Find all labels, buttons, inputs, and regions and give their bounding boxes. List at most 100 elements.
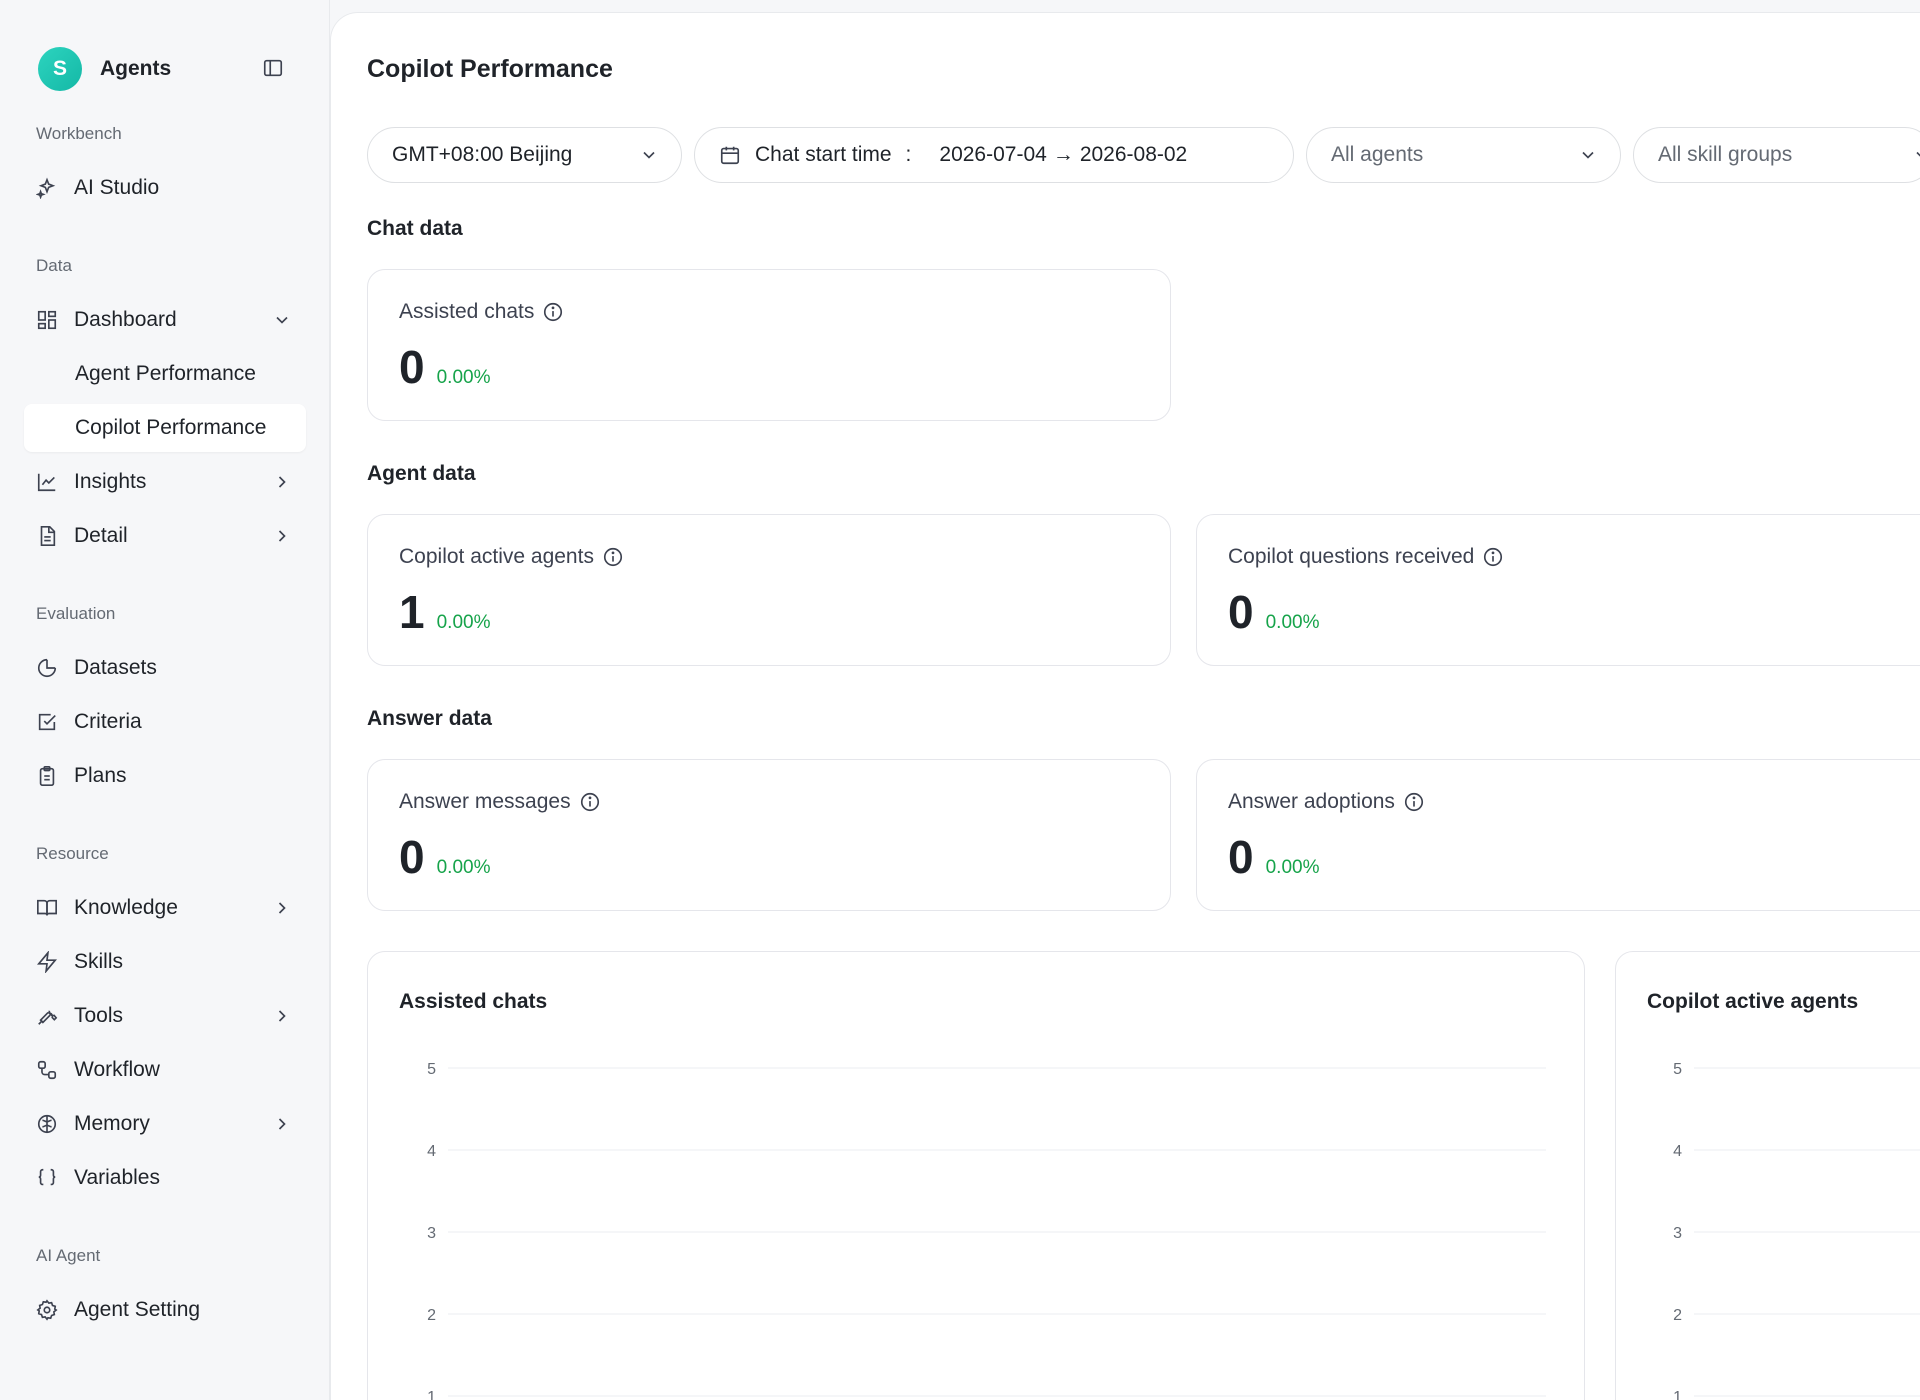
date-arrow: →: [1052, 143, 1074, 166]
chevron-right-icon: [278, 1010, 286, 1022]
stat-label-text: Answer messages: [399, 790, 571, 813]
sidebar-item-dashboard[interactable]: Dashboard: [24, 296, 306, 344]
info-icon[interactable]: [602, 546, 624, 568]
y-tick-label: 2: [1673, 1307, 1682, 1324]
line-chart-icon: [36, 471, 58, 493]
chevron-down-icon: [276, 316, 288, 324]
sidebar-item-label: Workflow: [74, 1058, 160, 1081]
sidebar-item-copilot-performance[interactable]: Copilot Performance: [24, 404, 306, 452]
stat-metric: 0 0.00%: [399, 340, 490, 394]
sidebar-toggle-icon[interactable]: [262, 57, 284, 79]
main-panel: Copilot Performance GMT+08:00 Beijing Ch…: [330, 12, 1920, 1400]
sidebar-item-tools[interactable]: Tools: [24, 992, 306, 1040]
stat-value: 1: [399, 586, 425, 638]
stat-metric: 0 0.00%: [1228, 585, 1319, 639]
chart-card-copilot-active-agents: Copilot active agents 12345: [1615, 951, 1920, 1400]
y-tick-label: 1: [427, 1389, 436, 1400]
info-icon[interactable]: [579, 791, 601, 813]
calendar-icon: [720, 146, 740, 165]
sidebar-item-label: Tools: [74, 1004, 124, 1027]
braces-icon: [36, 1167, 58, 1189]
wrench-icon: [36, 1005, 58, 1027]
stat-label-text: Assisted chats: [399, 300, 535, 323]
line-chart-assisted-chats: 1 2 3 4 5: [427, 1061, 1546, 1400]
sidebar-item-label: Criteria: [74, 710, 142, 733]
sidebar-item-criteria[interactable]: Criteria: [24, 698, 306, 746]
section-title-chat-data: Chat data: [367, 217, 463, 240]
sidebar-item-label: Datasets: [74, 656, 157, 679]
y-tick-label: 2: [427, 1307, 436, 1324]
stat-label: Assisted chats: [399, 300, 564, 324]
agents-placeholder: All agents: [1331, 143, 1424, 166]
y-tick-label: 5: [1673, 1061, 1682, 1078]
sidebar-item-label: Detail: [74, 524, 128, 547]
chart-card-assisted-chats: Assisted chats 12345: [367, 951, 1585, 1400]
section-title-answer-data: Answer data: [367, 707, 492, 730]
y-tick-label: 4: [1673, 1143, 1682, 1160]
timezone-select[interactable]: GMT+08:00 Beijing: [367, 127, 682, 183]
sidebar-item-label: Copilot Performance: [75, 416, 267, 439]
sidebar-item-memory[interactable]: Memory: [24, 1100, 306, 1148]
chevron-down-icon: [1916, 151, 1920, 157]
sparkle-icon: [36, 177, 58, 199]
info-icon[interactable]: [542, 301, 564, 323]
info-icon[interactable]: [1403, 791, 1425, 813]
y-tick-label: 5: [427, 1061, 436, 1078]
sidebar-item-label: Plans: [74, 764, 127, 787]
sidebar-item-detail[interactable]: Detail: [24, 512, 306, 560]
sidebar-item-skills[interactable]: Skills: [24, 938, 306, 986]
lightning-icon: [36, 951, 58, 973]
y-tick-label: 3: [427, 1225, 436, 1242]
section-label-data: Data: [36, 256, 72, 275]
stat-label: Copilot active agents: [399, 545, 624, 569]
checkbox-icon: [36, 711, 58, 733]
date-start[interactable]: 2026-07-04: [939, 143, 1046, 167]
info-icon[interactable]: [1482, 546, 1504, 568]
brain-icon: [36, 1113, 58, 1135]
date-range-label: Chat start time: [755, 143, 892, 166]
stat-card-answer-adoptions: Answer adoptions 0 0.00%: [1196, 759, 1920, 911]
stat-card-copilot-questions-received: Copilot questions received 0 0.00%: [1196, 514, 1920, 666]
sidebar-item-label: Skills: [74, 950, 124, 973]
clipboard-icon: [36, 765, 58, 787]
sidebar-item-insights[interactable]: Insights: [24, 458, 306, 506]
sidebar-item-label: Knowledge: [74, 896, 178, 919]
workflow-icon: [36, 1059, 58, 1081]
chevron-right-icon: [278, 1118, 286, 1130]
sidebar-item-datasets[interactable]: Datasets: [24, 644, 306, 692]
stat-card-assisted-chats: Assisted chats 0 0.00%: [367, 269, 1171, 421]
date-range-picker[interactable]: Chat start time : 2026-07-04 → 2026-08-0…: [694, 127, 1294, 183]
stat-label: Copilot questions received: [1228, 545, 1504, 569]
sidebar-item-variables[interactable]: Variables: [24, 1154, 306, 1202]
sidebar-item-label: Agent Performance: [75, 362, 256, 385]
chevron-down-icon: [1582, 151, 1594, 159]
stat-value: 0: [399, 341, 425, 393]
sidebar-item-label: Insights: [74, 470, 147, 493]
sidebar-item-label: AI Studio: [74, 176, 160, 199]
skill-groups-select[interactable]: All skill groups: [1633, 127, 1920, 183]
stat-value: 0: [1228, 586, 1254, 638]
stat-card-copilot-active-agents: Copilot active agents 1 0.00%: [367, 514, 1171, 666]
sidebar-item-agent-setting[interactable]: Agent Setting: [24, 1286, 306, 1334]
avatar[interactable]: S: [38, 47, 82, 91]
agents-select[interactable]: All agents: [1306, 127, 1621, 183]
sidebar-item-workflow[interactable]: Workflow: [24, 1046, 306, 1094]
y-tick-label: 3: [1673, 1225, 1682, 1242]
date-end[interactable]: 2026-08-02: [1080, 143, 1187, 167]
y-tick-label: 1: [1673, 1389, 1682, 1400]
stat-metric: 1 0.00%: [399, 585, 490, 639]
sidebar-item-knowledge[interactable]: Knowledge: [24, 884, 306, 932]
stat-delta: 0.00%: [1265, 857, 1320, 878]
book-icon: [36, 897, 58, 919]
document-icon: [36, 525, 58, 547]
chevron-right-icon: [278, 902, 286, 914]
line-chart-copilot-active-agents: 1 2 3 4 5: [1673, 1061, 1920, 1400]
page-title: Copilot Performance: [367, 55, 613, 83]
sidebar-item-agent-performance[interactable]: Agent Performance: [24, 350, 306, 398]
section-label-evaluation: Evaluation: [36, 604, 116, 623]
sidebar-item-label: Variables: [74, 1166, 160, 1189]
sidebar-item-plans[interactable]: Plans: [24, 752, 306, 800]
gear-icon: [36, 1299, 58, 1321]
sidebar-item-ai-studio[interactable]: AI Studio: [24, 164, 306, 212]
stat-delta: 0.00%: [436, 612, 491, 633]
